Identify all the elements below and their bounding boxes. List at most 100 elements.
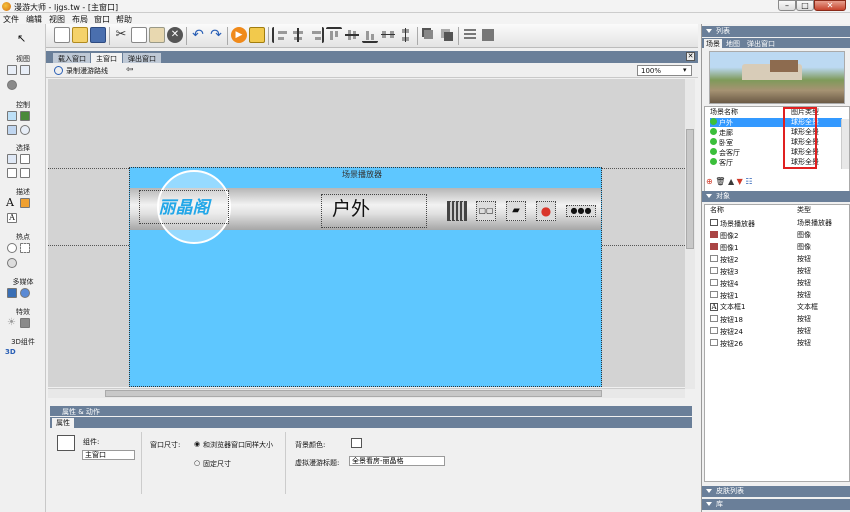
scene-row[interactable]: 卧室 球形全景 bbox=[710, 138, 844, 147]
align-left-icon[interactable] bbox=[272, 27, 288, 43]
object-row[interactable]: 按钮3 按钮 bbox=[710, 267, 844, 276]
hotspot-poly-icon[interactable] bbox=[7, 258, 17, 268]
scene-row[interactable]: 走廊 球形全景 bbox=[710, 128, 844, 137]
select-tree-icon[interactable] bbox=[7, 168, 17, 178]
textbox-tool-icon[interactable]: A bbox=[7, 213, 17, 223]
open-folder-icon[interactable] bbox=[72, 27, 88, 43]
delete-icon[interactable]: ✕ bbox=[167, 27, 183, 43]
bring-front-icon[interactable] bbox=[421, 27, 437, 43]
object-row[interactable]: 按钮1 按钮 bbox=[710, 291, 844, 300]
list-panel-header[interactable]: 列表 bbox=[702, 26, 850, 37]
object-row[interactable]: 按钮2 按钮 bbox=[710, 255, 844, 264]
object-row[interactable]: A 文本框1 文本框 bbox=[710, 303, 844, 312]
effect-particle-icon[interactable] bbox=[20, 318, 30, 328]
scene-row[interactable]: 会客厅 球形全景 bbox=[710, 148, 844, 157]
scene-player[interactable]: 场景播放器 丽晶阁 户外 ▢▢ ▰ ● ●●● bbox=[129, 167, 602, 387]
bg-color-swatch[interactable] bbox=[351, 438, 362, 448]
object-row[interactable]: 按钮26 按钮 bbox=[710, 339, 844, 348]
close-tab-icon[interactable]: ✕ bbox=[686, 52, 695, 61]
delete-scene-icon[interactable]: 🗑 bbox=[715, 177, 725, 186]
control-chart-icon[interactable] bbox=[7, 125, 17, 135]
distribute-h-icon[interactable] bbox=[380, 27, 396, 43]
design-canvas[interactable]: 场景播放器 丽晶阁 户外 ▢▢ ▰ ● ●●● bbox=[48, 79, 685, 387]
vertical-scrollbar[interactable] bbox=[685, 79, 695, 389]
tab-popup-window[interactable]: 弹出窗口 bbox=[122, 52, 162, 63]
view-globe-icon[interactable] bbox=[7, 80, 17, 90]
list-tab-map[interactable]: 地图 bbox=[726, 39, 740, 49]
paste-icon[interactable] bbox=[149, 27, 165, 43]
object-row[interactable]: 场景播放器 场景播放器 bbox=[710, 219, 844, 228]
new-file-icon[interactable] bbox=[54, 27, 70, 43]
list-tab-popup[interactable]: 弹出窗口 bbox=[747, 39, 775, 49]
control-button-icon[interactable] bbox=[7, 111, 17, 121]
align-center-icon[interactable] bbox=[290, 27, 306, 43]
control-image-icon[interactable] bbox=[20, 111, 30, 121]
select-list-icon[interactable] bbox=[7, 154, 17, 164]
object-row[interactable]: 图像1 图像 bbox=[710, 243, 844, 252]
hotspot-circle-icon[interactable] bbox=[7, 243, 17, 253]
component-name-field[interactable] bbox=[82, 450, 135, 460]
radio-fixed-size[interactable]: ○ bbox=[194, 459, 200, 467]
maximize-button[interactable]: □ bbox=[796, 0, 814, 11]
select-combo-icon[interactable] bbox=[20, 154, 30, 164]
location-pin-icon[interactable]: ● bbox=[536, 201, 556, 221]
list-tab-scenes[interactable]: 场景 bbox=[704, 39, 722, 49]
record-path-icon[interactable] bbox=[54, 66, 63, 75]
logo-image[interactable]: 丽晶阁 bbox=[139, 190, 229, 224]
hotspot-rect-icon[interactable] bbox=[20, 243, 30, 253]
skin-list-header[interactable]: 皮肤列表 bbox=[702, 486, 850, 497]
media-video-icon[interactable] bbox=[7, 288, 17, 298]
align-bottom-icon[interactable] bbox=[362, 27, 378, 43]
object-row[interactable]: 图像2 图像 bbox=[710, 231, 844, 240]
move-up-icon[interactable]: ▲ bbox=[728, 177, 734, 186]
record-path-button[interactable]: 录制漫游路线 bbox=[66, 66, 108, 76]
text-tool-icon[interactable]: A bbox=[6, 197, 16, 208]
fullscreen-button-icon[interactable]: ▢▢ bbox=[476, 201, 496, 221]
pointer-icon[interactable]: ↖ bbox=[17, 33, 27, 44]
scene-title-text[interactable]: 户外 bbox=[321, 194, 427, 228]
horizontal-scrollbar[interactable] bbox=[48, 388, 685, 398]
scene-row[interactable]: 客厅 球形全景 bbox=[710, 158, 844, 167]
zoom-select[interactable]: 100% ▾ bbox=[637, 65, 692, 76]
align-top-icon[interactable] bbox=[326, 27, 342, 43]
thumbnail-button-icon[interactable] bbox=[447, 201, 467, 221]
cut-icon[interactable]: ✂ bbox=[113, 27, 129, 43]
object-row[interactable]: 按钮18 按钮 bbox=[710, 315, 844, 324]
tab-main-window[interactable]: 主窗口 bbox=[90, 52, 123, 63]
more-button-icon[interactable]: ●●● bbox=[566, 205, 596, 217]
align-middle-icon[interactable] bbox=[344, 27, 360, 43]
send-back-icon[interactable] bbox=[439, 27, 455, 43]
save-icon[interactable] bbox=[90, 27, 106, 43]
redo-icon[interactable]: ↷ bbox=[208, 27, 224, 43]
minimize-button[interactable]: – bbox=[778, 0, 796, 11]
view-rect-icon[interactable] bbox=[7, 65, 17, 75]
back-arrow-icon[interactable]: ⇦ bbox=[126, 65, 134, 75]
props-tab-attributes[interactable]: 属性 bbox=[52, 418, 74, 428]
align-right-icon[interactable] bbox=[308, 27, 324, 43]
grid-icon[interactable] bbox=[462, 27, 478, 43]
map-button-icon[interactable]: ▰ bbox=[506, 201, 526, 221]
object-row[interactable]: 按钮24 按钮 bbox=[710, 327, 844, 336]
effect-sun-icon[interactable]: ☀ bbox=[7, 318, 17, 328]
tour-title-field[interactable] bbox=[349, 456, 445, 466]
vscroll-thumb[interactable] bbox=[686, 129, 694, 249]
select-grid-icon[interactable] bbox=[20, 168, 30, 178]
tab-load-window[interactable]: 载入窗口 bbox=[52, 52, 92, 63]
control-disabled-icon[interactable] bbox=[20, 125, 30, 135]
same-size-icon[interactable] bbox=[480, 27, 496, 43]
publish-icon[interactable] bbox=[249, 27, 265, 43]
distribute-v-icon[interactable] bbox=[398, 27, 414, 43]
view-frame-icon[interactable] bbox=[20, 65, 30, 75]
hscroll-thumb[interactable] bbox=[105, 390, 602, 397]
copy-icon[interactable] bbox=[131, 27, 147, 43]
add-scene-icon[interactable]: ⊕ bbox=[706, 177, 713, 186]
library-header[interactable]: 库 bbox=[702, 499, 850, 510]
radio-browser-size[interactable]: ◉ bbox=[194, 440, 200, 448]
scene-list-scrollbar[interactable] bbox=[841, 119, 849, 169]
objects-panel-header[interactable]: 对象 bbox=[702, 191, 850, 202]
close-button[interactable]: ✕ bbox=[814, 0, 846, 11]
describe-image-icon[interactable] bbox=[20, 198, 30, 208]
move-down-icon[interactable]: ▼ bbox=[737, 177, 743, 186]
three-d-icon[interactable]: 3D bbox=[5, 348, 19, 358]
preview-play-icon[interactable]: ▶ bbox=[231, 27, 247, 43]
